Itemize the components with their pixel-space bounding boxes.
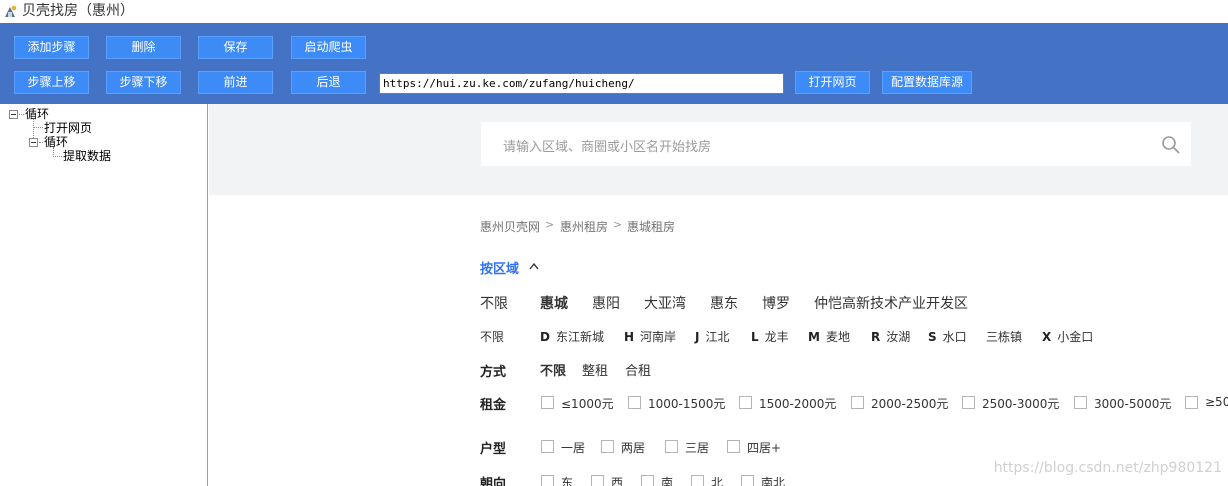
search-placeholder: 请输入区域、商圈或小区名开始找房 <box>503 140 712 155</box>
web-view: 请输入区域、商圈或小区名开始找房 惠州贝壳网 > 惠州租房 > 惠城租房 按区域… <box>209 104 1228 486</box>
rent-checkbox[interactable] <box>739 396 752 409</box>
region-zhongkai[interactable]: 仲恺高新技术产业开发区 <box>814 293 968 313</box>
layout-checkbox[interactable] <box>601 440 614 453</box>
tree-node-extract-data[interactable]: 提取数据 <box>63 149 111 163</box>
rent-option[interactable]: 1000-1500元 <box>648 395 725 412</box>
subarea-maidi[interactable]: M 麦地 <box>808 328 850 345</box>
forward-button[interactable]: 前进 <box>198 71 273 94</box>
config-db-button[interactable]: 配置数据库源 <box>882 71 972 94</box>
tree-node-loop[interactable]: 循环 <box>25 107 49 121</box>
layout-option[interactable]: 一居 <box>561 439 585 456</box>
app-window: 贝壳找房（惠州） 添加步骤 删除 保存 启动爬虫 步骤上移 步骤下移 前进 后退… <box>0 0 1228 486</box>
toolbar: 添加步骤 删除 保存 启动爬虫 步骤上移 步骤下移 前进 后退 https://… <box>0 23 1228 104</box>
subarea-unlimited[interactable]: 不限 <box>480 328 504 345</box>
orientation-option[interactable]: 东 <box>561 474 573 486</box>
rent-checkbox[interactable] <box>1074 396 1087 409</box>
step-tree[interactable]: 循环 打开网页 循环 提取数据 <box>0 104 208 486</box>
search-icon[interactable] <box>1161 135 1181 155</box>
mode-shared[interactable]: 合租 <box>625 360 651 379</box>
rent-checkbox[interactable] <box>1185 396 1198 409</box>
step-down-button[interactable]: 步骤下移 <box>106 71 181 94</box>
rent-option[interactable]: 1500-2000元 <box>759 395 836 412</box>
region-dayawan[interactable]: 大亚湾 <box>644 293 686 313</box>
breadcrumb-home[interactable]: 惠州贝壳网 <box>480 218 540 235</box>
rent-option[interactable]: 2000-2500元 <box>871 395 948 412</box>
search-box[interactable]: 请输入区域、商圈或小区名开始找房 <box>481 122 1191 166</box>
collapse-icon[interactable] <box>29 138 38 147</box>
app-icon <box>5 5 17 17</box>
tree-connector <box>19 114 24 115</box>
region-huidong[interactable]: 惠东 <box>710 293 738 313</box>
rent-option[interactable]: ≥50 <box>1205 395 1228 409</box>
tree-connector <box>39 142 43 143</box>
breadcrumb-district-rent[interactable]: 惠城租房 <box>627 218 675 235</box>
layout-checkbox[interactable] <box>665 440 678 453</box>
subarea-ruhu[interactable]: R 汝湖 <box>871 328 910 345</box>
chevron-up-icon[interactable] <box>529 262 539 270</box>
orientation-checkbox[interactable] <box>641 475 654 486</box>
breadcrumb-separator: > <box>613 218 623 231</box>
open-page-button[interactable]: 打开网页 <box>795 71 870 94</box>
breadcrumb-city-rent[interactable]: 惠州租房 <box>560 218 608 235</box>
region-huiyang[interactable]: 惠阳 <box>592 293 620 313</box>
rent-option[interactable]: 3000-5000元 <box>1094 395 1171 412</box>
layout-option[interactable]: 四居+ <box>747 439 781 456</box>
subarea-dongjiang[interactable]: D 东江新城 <box>540 328 604 345</box>
tree-connector <box>33 127 43 128</box>
subarea-henanan[interactable]: H 河南岸 <box>624 328 676 345</box>
rent-checkbox[interactable] <box>628 396 641 409</box>
tree-node-inner-loop[interactable]: 循环 <box>44 135 68 149</box>
orientation-option[interactable]: 南 <box>661 474 673 486</box>
region-boluo[interactable]: 博罗 <box>762 293 790 313</box>
subarea-jiangbei[interactable]: J 江北 <box>695 328 729 345</box>
url-input[interactable]: https://hui.zu.ke.com/zufang/huicheng/ <box>379 73 784 94</box>
breadcrumb-separator: > <box>545 218 555 231</box>
mode-unlimited[interactable]: 不限 <box>540 360 566 379</box>
region-huicheng[interactable]: 惠城 <box>540 293 568 313</box>
mode-whole[interactable]: 整租 <box>582 360 608 379</box>
search-banner: 请输入区域、商圈或小区名开始找房 <box>209 104 1228 195</box>
layout-option[interactable]: 两居 <box>621 439 645 456</box>
rent-checkbox[interactable] <box>962 396 975 409</box>
save-button[interactable]: 保存 <box>198 36 273 59</box>
step-up-button[interactable]: 步骤上移 <box>14 71 89 94</box>
subarea-xiaojinkou[interactable]: X 小金口 <box>1042 328 1093 345</box>
delete-button[interactable]: 删除 <box>106 36 181 59</box>
subarea-sandong[interactable]: 三栋镇 <box>986 328 1022 345</box>
tree-node-open-page[interactable]: 打开网页 <box>44 121 92 135</box>
subarea-shuikou[interactable]: S 水口 <box>928 328 967 345</box>
collapse-icon[interactable] <box>9 110 18 119</box>
orientation-checkbox[interactable] <box>591 475 604 486</box>
orientation-label: 朝向 <box>480 477 507 486</box>
rent-label: 租金 <box>480 398 507 413</box>
back-button[interactable]: 后退 <box>291 71 366 94</box>
tree-connector <box>53 156 62 157</box>
rent-option[interactable]: 2500-3000元 <box>982 395 1059 412</box>
subarea-longfeng[interactable]: L 龙丰 <box>751 328 789 345</box>
window-title: 贝壳找房（惠州） <box>22 3 134 19</box>
region-unlimited[interactable]: 不限 <box>480 293 508 313</box>
orientation-checkbox[interactable] <box>741 475 754 486</box>
mode-label: 方式 <box>480 365 507 380</box>
rent-option[interactable]: ≤1000元 <box>561 395 614 412</box>
layout-checkbox[interactable] <box>727 440 740 453</box>
orientation-option[interactable]: 西 <box>611 474 623 486</box>
orientation-checkbox[interactable] <box>541 475 554 486</box>
orientation-option[interactable]: 北 <box>711 474 723 486</box>
start-crawler-button[interactable]: 启动爬虫 <box>291 36 366 59</box>
layout-option[interactable]: 三居 <box>685 439 709 456</box>
add-step-button[interactable]: 添加步骤 <box>14 36 89 59</box>
layout-label: 户型 <box>480 442 507 457</box>
watermark: https://blog.csdn.net/zhp980121 <box>993 460 1222 476</box>
rent-checkbox[interactable] <box>851 396 864 409</box>
layout-checkbox[interactable] <box>541 440 554 453</box>
by-region-toggle[interactable]: 按区域 <box>480 258 519 277</box>
orientation-option[interactable]: 南北 <box>761 474 785 486</box>
title-bar: 贝壳找房（惠州） <box>0 0 1228 23</box>
orientation-checkbox[interactable] <box>691 475 704 486</box>
rent-checkbox[interactable] <box>541 396 554 409</box>
